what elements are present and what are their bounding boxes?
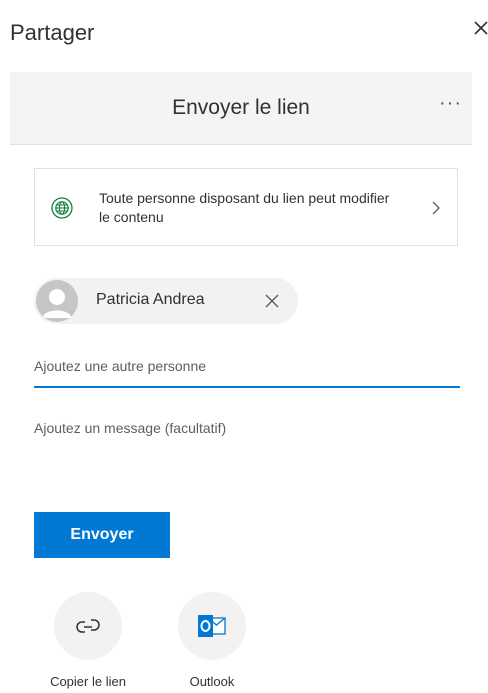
globe-icon	[51, 197, 73, 219]
copy-link-option[interactable]: Copier le lien	[38, 592, 138, 689]
remove-recipient-icon[interactable]	[262, 291, 282, 311]
header-title: Envoyer le lien	[172, 96, 310, 119]
copy-link-label: Copier le lien	[50, 674, 126, 689]
share-dialog: Partager Envoyer le lien ··· Toute perso…	[0, 0, 488, 693]
recipient-name: Patricia Andrea	[96, 291, 205, 308]
add-person-input[interactable]	[34, 346, 460, 388]
outlook-circle	[178, 592, 246, 660]
outlook-option[interactable]: Outlook	[162, 592, 262, 689]
copy-link-circle	[54, 592, 122, 660]
link-icon	[76, 616, 100, 641]
dialog-title: Partager	[10, 20, 95, 45]
recipient-chip[interactable]: Patricia Andrea	[34, 278, 298, 324]
outlook-label: Outlook	[189, 674, 235, 689]
close-icon[interactable]	[474, 20, 488, 38]
link-permission-selector[interactable]: Toute personne disposant du lien peut mo…	[34, 168, 458, 246]
message-field[interactable]	[34, 420, 460, 456]
outlook-icon	[198, 614, 226, 643]
send-link-header: Envoyer le lien ···	[10, 72, 472, 145]
chevron-right-icon	[431, 201, 441, 215]
send-button[interactable]: Envoyer	[34, 512, 170, 558]
avatar	[36, 280, 78, 322]
permission-text: Toute personne disposant du lien peut mo…	[99, 190, 390, 225]
more-options-button[interactable]: ···	[439, 92, 462, 115]
